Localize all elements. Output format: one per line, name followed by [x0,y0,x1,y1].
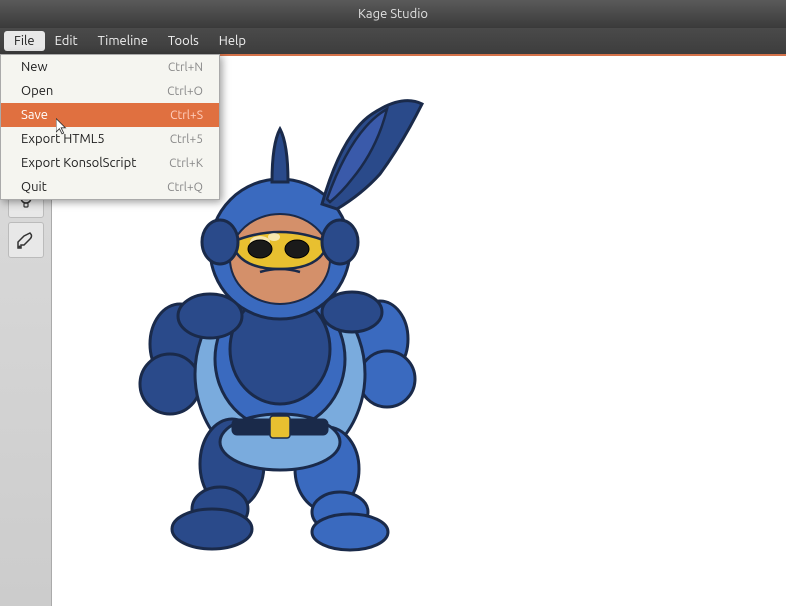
app-title: Kage Studio [358,7,428,21]
menu-item-new[interactable]: New Ctrl+N [1,55,219,79]
tool-eyedropper[interactable] [8,222,44,258]
menu-edit[interactable]: Edit [45,31,88,51]
menu-file[interactable]: File [4,31,45,51]
menu-bar: File Edit Timeline Tools Help [0,28,786,54]
menu-item-open[interactable]: Open Ctrl+O [1,79,219,103]
file-dropdown-menu: New Ctrl+N Open Ctrl+O Save Ctrl+S Expor… [0,54,220,200]
title-bar: Kage Studio [0,0,786,28]
menu-item-quit[interactable]: Quit Ctrl+Q [1,175,219,199]
menu-item-export-konsolscript[interactable]: Export KonsolScript Ctrl+K [1,151,219,175]
menu-timeline[interactable]: Timeline [88,31,158,51]
menu-item-save[interactable]: Save Ctrl+S [1,103,219,127]
menu-item-export-html5[interactable]: Export HTML5 Ctrl+5 [1,127,219,151]
menu-help[interactable]: Help [209,31,256,51]
menu-tools[interactable]: Tools [158,31,209,51]
